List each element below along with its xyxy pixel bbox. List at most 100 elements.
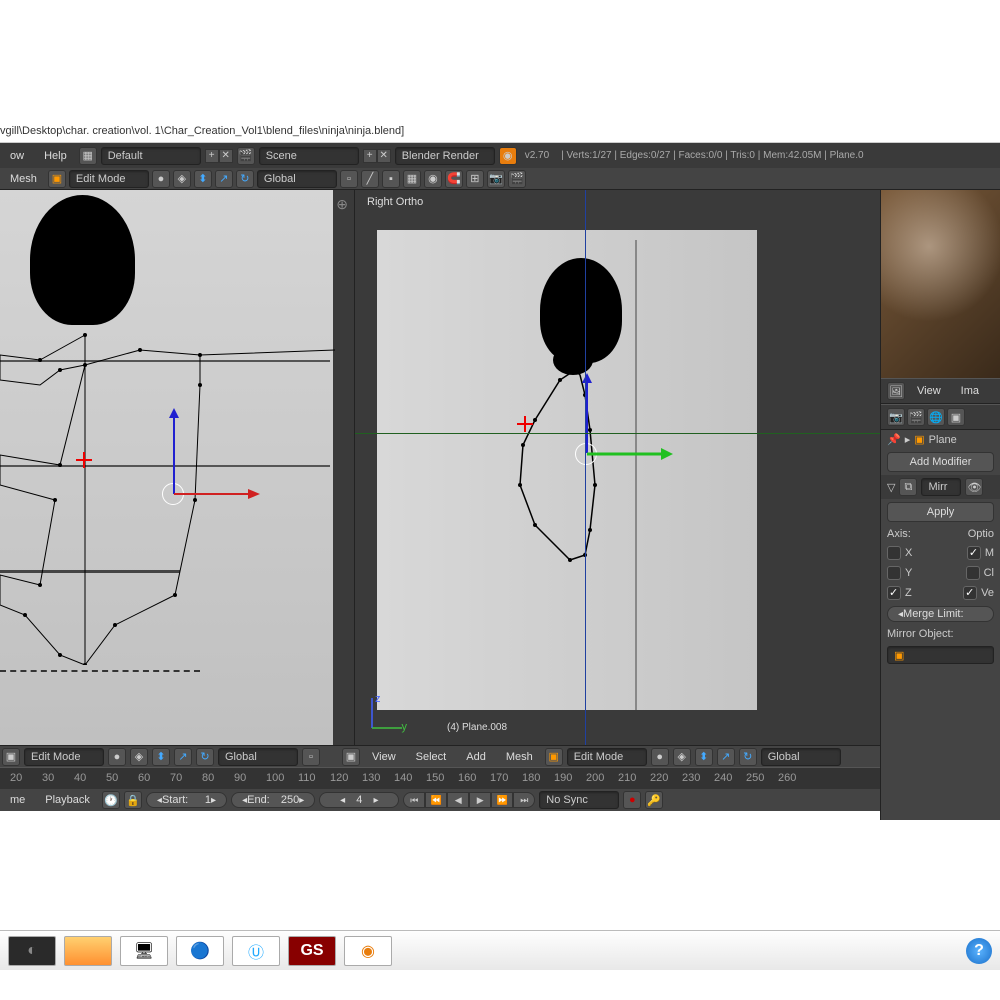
tab-scene-icon[interactable]: 🎬 [907, 408, 925, 426]
axis-indicator: z y [367, 693, 407, 733]
menu-uv-image[interactable]: Ima [953, 382, 987, 400]
blender-icon: ◉ [499, 147, 517, 165]
axis-y-check[interactable] [887, 566, 901, 580]
collapse-icon[interactable]: ▽ [887, 481, 895, 494]
help-icon[interactable]: ? [966, 938, 992, 964]
translate-icon[interactable]: ↗ [215, 170, 233, 188]
lock-icon[interactable]: 🔒 [124, 791, 142, 809]
select-vertex-icon[interactable]: ▫ [340, 170, 358, 188]
viewport-front[interactable]: ⊕ [0, 190, 355, 745]
scene-buttons[interactable]: +✕ [363, 149, 391, 163]
taskbar-blender[interactable]: ◉ [344, 936, 392, 966]
pin-icon[interactable]: 📌 [887, 433, 901, 446]
record-icon[interactable]: ● [623, 791, 641, 809]
taskbar-chrome[interactable]: 🔵 [176, 936, 224, 966]
end-frame[interactable]: ◂ End: 250 ▸ [231, 792, 315, 808]
pivot-icon[interactable]: ◈ [173, 170, 191, 188]
title-text: vgill\Desktop\char. creation\vol. 1\Char… [0, 125, 404, 137]
timeline[interactable]: 2030405060708090100110120130140150160170… [0, 767, 880, 789]
info-header: ow Help ▦ Default +✕ 🎬 Scene +✕ Blender … [0, 143, 1000, 168]
x-axis-arrow[interactable] [174, 488, 260, 500]
layout-list-icon[interactable]: ▦ [79, 147, 97, 165]
proportional-icon[interactable]: ◉ [424, 170, 442, 188]
head-mesh-front [30, 195, 135, 325]
rotate-icon[interactable]: ↻ [236, 170, 254, 188]
viewport-area: ⊕ Right Ortho [0, 190, 880, 745]
editor-type-icon[interactable]: ▣ [2, 748, 20, 766]
add-modifier-button[interactable]: Add Modifier [887, 452, 994, 472]
manipulator-icon[interactable]: ⬍ [194, 170, 212, 188]
timeline-controls: me Playback 🕐 🔒 ◂ Start: 1 ▸ ◂ End: 250 … [0, 789, 880, 811]
mirror-object-field[interactable]: ▣ [887, 646, 994, 664]
start-frame[interactable]: ◂ Start: 1 ▸ [146, 792, 227, 808]
menu-select[interactable]: Select [408, 748, 455, 766]
menu-frame[interactable]: me [2, 791, 33, 809]
sync-mode[interactable]: No Sync [539, 791, 619, 809]
taskbar-steam[interactable]: ◐ [8, 936, 56, 966]
scene-name[interactable]: Scene [259, 147, 359, 165]
playback-buttons[interactable]: ⏮⏪◀▶⏩⏭ [403, 792, 535, 808]
current-frame[interactable]: ◂ 4 ▸ [319, 792, 399, 808]
split-widget[interactable]: ⊕ [336, 196, 348, 213]
menu-add[interactable]: Add [458, 748, 494, 766]
tab-world-icon[interactable]: 🌐 [927, 408, 945, 426]
taskbar-uplay[interactable]: Ⓤ [232, 936, 280, 966]
viewport-right[interactable]: Right Ortho z y [355, 190, 880, 745]
apply-button[interactable]: Apply [887, 502, 994, 522]
mode-right[interactable]: Edit Mode [567, 748, 647, 766]
z-axis-arrow-side[interactable] [582, 373, 592, 453]
clip-m-check[interactable] [967, 546, 981, 560]
axis-x-check[interactable] [887, 546, 901, 560]
menu-playback[interactable]: Playback [37, 791, 98, 809]
render-icon[interactable]: 📷 [487, 170, 505, 188]
orient-left[interactable]: Global [218, 748, 298, 766]
mode-select[interactable]: Edit Mode [69, 170, 149, 188]
shading-icon[interactable]: ● [152, 170, 170, 188]
scene-icon[interactable]: 🎬 [237, 147, 255, 165]
taskbar-hp[interactable]: 🖥 [120, 936, 168, 966]
auto-key-icon[interactable]: 🕐 [102, 791, 120, 809]
properties-panel: 🖼 View Ima 📷 🎬 🌐 ▣ 📌 ▸ ▣ Plane Add Modif… [880, 190, 1000, 820]
mod-toggle-icon[interactable]: 👁 [965, 478, 983, 496]
object-name: (4) Plane.008 [447, 722, 507, 733]
mirror-object-label: Mirror Object: [887, 628, 954, 640]
snap-target-icon[interactable]: ⊞ [466, 170, 484, 188]
axis-label: Axis: [887, 528, 911, 540]
taskbar-explorer[interactable] [64, 936, 112, 966]
menu-view[interactable]: View [364, 748, 404, 766]
uv-editor-icon[interactable]: 🖼 [887, 382, 905, 400]
modifier-name[interactable]: Mirr [921, 478, 961, 496]
select-face-icon[interactable]: ▪ [382, 170, 400, 188]
key-icon[interactable]: 🔑 [645, 791, 663, 809]
limit-select-icon[interactable]: ▦ [403, 170, 421, 188]
mode-left[interactable]: Edit Mode [24, 748, 104, 766]
select-edge-icon[interactable]: ╱ [361, 170, 379, 188]
orient-right[interactable]: Global [761, 748, 841, 766]
axis-z-check[interactable] [887, 586, 901, 600]
merge-limit[interactable]: ◂ Merge Limit: [887, 606, 994, 622]
editor-type-icon-r[interactable]: ▣ [342, 748, 360, 766]
taskbar-gs[interactable]: GS [288, 936, 336, 966]
orientation[interactable]: Global [257, 170, 337, 188]
snap-icon[interactable]: 🧲 [445, 170, 463, 188]
menu-mesh[interactable]: Mesh [2, 170, 45, 188]
z-axis-arrow[interactable] [169, 408, 179, 494]
layout-buttons[interactable]: +✕ [205, 149, 233, 163]
tab-render-icon[interactable]: 📷 [887, 408, 905, 426]
reference-thumbnail [881, 190, 1000, 378]
menu-mesh-r[interactable]: Mesh [498, 748, 541, 766]
cursor-side [517, 416, 533, 432]
menu-help[interactable]: Help [36, 147, 75, 165]
props-tabs: 📷 🎬 🌐 ▣ [881, 404, 1000, 430]
render-anim-icon[interactable]: 🎬 [508, 170, 526, 188]
layout-name[interactable]: Default [101, 147, 201, 165]
window-title-bar: vgill\Desktop\char. creation\vol. 1\Char… [0, 123, 1000, 143]
menu-uv-view[interactable]: View [909, 382, 949, 400]
y-axis-arrow-side[interactable] [587, 448, 673, 460]
render-engine[interactable]: Blender Render [395, 147, 495, 165]
tab-object-icon[interactable]: ▣ [947, 408, 965, 426]
clip-cl-check[interactable] [966, 566, 980, 580]
menu-ow[interactable]: ow [2, 147, 32, 165]
mode-icon[interactable]: ▣ [48, 170, 66, 188]
clip-ve-check[interactable] [963, 586, 977, 600]
